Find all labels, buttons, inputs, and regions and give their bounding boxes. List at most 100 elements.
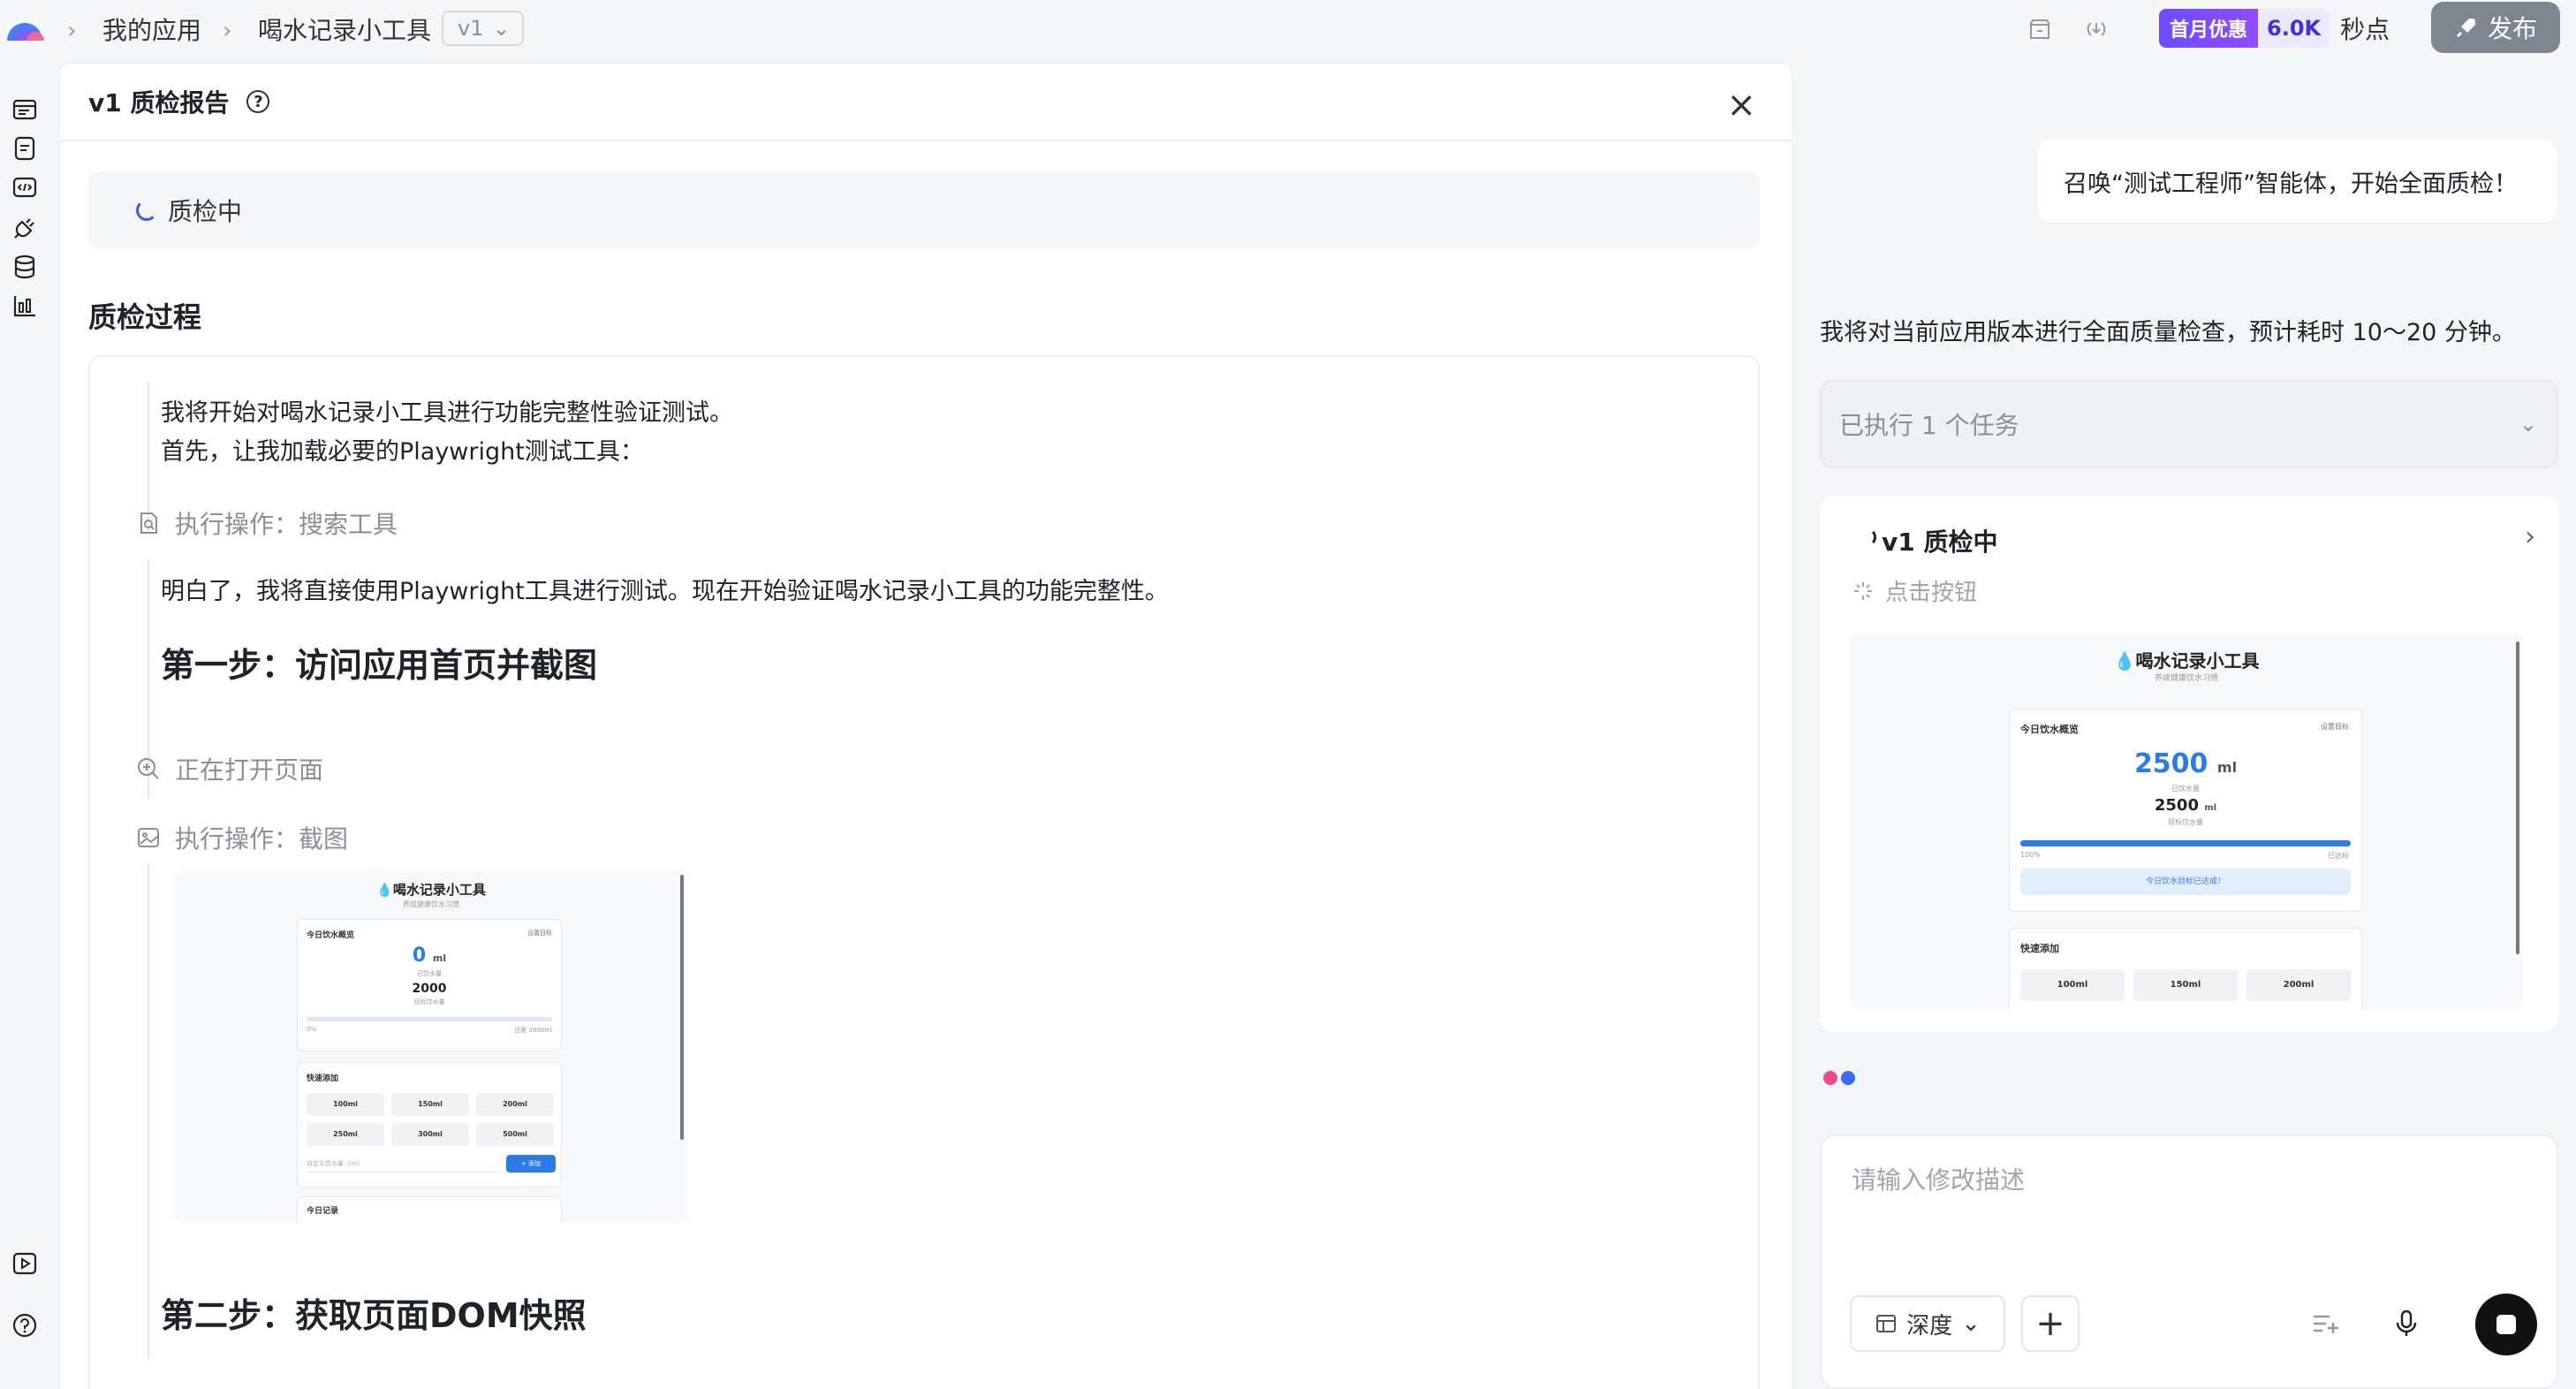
tasks-collapse[interactable]: 已执行 1 个任务 ⌄ [1820,380,2558,468]
help-icon[interactable]: ? [246,90,270,113]
qc-progress-fill [2020,840,2351,846]
screenshot-thumbnail[interactable]: 💧喝水记录小工具 养成健康饮水习惯 今日饮水概览 设置目标 0 ml 已饮水量 … [175,869,687,1223]
qc-progress-card[interactable]: v1 质检中 › 点击按钮 💧喝水记录小工具 养成健康饮水习惯 今日饮水概览 设… [1820,497,2558,1032]
thumb-progress-track [307,1017,552,1021]
chevron-right-icon: › [223,18,232,44]
chevron-down-icon: ⌄ [2519,412,2537,436]
qc-done: 已达标 [2328,852,2349,860]
close-icon[interactable]: × [1726,85,1756,125]
app-logo-icon[interactable] [4,16,48,42]
breadcrumb-my-apps[interactable]: 我的应用 [102,12,201,46]
thumb-overview-card: 今日饮水概览 设置目标 0 ml 已饮水量 2000 目标饮水量 0% 还需 2… [297,919,562,1051]
tasks-label: 已执行 1 个任务 [1839,411,2019,440]
microphone-icon[interactable] [2387,1304,2426,1343]
qc-quick-button[interactable]: 200ml [2246,969,2351,1001]
qc-action: 点击按钮 [1852,574,1977,607]
qc-title: v1 质检中 [1882,528,1998,557]
add-attachment-button[interactable]: + [2021,1295,2080,1352]
left-sidebar [0,58,53,1389]
image-icon [138,828,159,847]
thumb-quick-button[interactable]: 100ml [307,1093,384,1116]
thumb-quick-card: 快速添加 100ml 150ml 200ml 250ml 300ml 500ml… [297,1062,562,1188]
thumb-quick-button[interactable]: 200ml [476,1093,554,1116]
thumb-overview-label: 今日饮水概览 [307,931,355,940]
user-message: 召唤“测试工程师”智能体，开始全面质检！ [2037,140,2557,223]
rocket-icon [2456,19,2475,38]
publish-button[interactable]: 发布 [2431,2,2560,53]
step-heading: 第二步：获取页面DOM快照 [161,1296,587,1335]
qc-quick-label: 快速添加 [2020,943,2059,954]
composer[interactable]: 请输入修改描述 深度 ⌄ + [1820,1135,2558,1389]
scrollbar[interactable] [2516,641,2519,954]
download-icon[interactable] [2081,14,2111,44]
qc-screenshot[interactable]: 💧喝水记录小工具 养成健康饮水习惯 今日饮水概览 设置目标 2500 ml 已饮… [1850,633,2523,1009]
thumb-drunk-label: 已饮水量 [417,970,442,977]
qc-action-label: 点击按钮 [1885,580,1978,606]
qc-subtitle: 养成健康饮水习惯 [2154,674,2218,683]
chevron-right-icon[interactable]: › [2525,521,2535,552]
qc-quick-button[interactable]: 100ml [2020,969,2125,1001]
thumb-remaining: 还需 2000ml [514,1027,552,1034]
qc-settings[interactable]: 设置目标 [2321,722,2349,732]
play-icon[interactable] [9,1248,41,1279]
thumb-subtitle: 养成健康饮水习惯 [403,900,459,908]
help-icon[interactable] [9,1309,41,1341]
scrollbar[interactable] [680,875,684,1140]
thumb-settings[interactable]: 设置目标 [527,929,552,937]
typing-dot [1841,1071,1855,1085]
stop-icon [2496,1315,2516,1334]
qc-quick-button[interactable]: 150ml [2133,969,2238,1001]
database-icon[interactable] [9,251,41,283]
plug-icon[interactable] [9,212,41,244]
op-label: 执行操作：搜索工具 [175,510,398,539]
version-select[interactable]: v1 ⌄ [442,11,524,46]
step-heading: 第一步：访问应用首页并截图 [161,646,598,685]
prompt-enhance-icon[interactable] [2306,1304,2345,1343]
qc-pct: 100% [2020,851,2041,859]
op-search-tool[interactable]: 执行操作：搜索工具 [136,505,398,541]
store-icon[interactable] [2025,14,2055,44]
timeline-line [148,864,149,1359]
loading-spinner-icon [136,200,157,221]
document-icon[interactable] [9,133,41,164]
thumb-goal: 2000 [412,982,447,996]
click-sparkle-icon [1854,581,1872,600]
drop-icon: 💧 [376,882,393,898]
assistant-message: 我将对当前应用版本进行全面质量检查，预计耗时 10～20 分钟。 [1820,319,2516,346]
status-banner: 质检中 [88,171,1760,249]
qc-app-title: 💧喝水记录小工具 [2113,650,2260,672]
qc-amount: 2500 ml [2133,748,2238,779]
mode-select[interactable]: 深度 ⌄ [1850,1295,2005,1352]
code-icon[interactable] [9,171,41,203]
thumb-quick-button[interactable]: 500ml [476,1123,554,1146]
stop-generation-button[interactable] [2475,1294,2537,1355]
thumb-add-button[interactable]: + 添加 [506,1155,556,1173]
thumb-custom-input[interactable]: 自定义饮水量（ml） [307,1155,501,1173]
document-search-icon [140,512,157,534]
thumb-quick-button[interactable]: 300ml [391,1123,469,1146]
credits-unit: 秒点 [2340,15,2390,44]
credits-badge[interactable]: 首月优惠 6.0K 秒点 [2159,9,2390,48]
typing-indicator [1823,1071,1855,1085]
thumb-quick-label: 快速添加 [307,1074,339,1083]
log-text: 我将开始对喝水记录小工具进行功能完整性验证测试。 [161,399,733,427]
credits-value: 6.0K [2258,9,2330,48]
thumb-quick-button[interactable]: 250ml [307,1123,384,1146]
log-text: 明白了，我将直接使用Playwright工具进行测试。现在开始验证喝水记录小工具… [161,578,1169,605]
browser-icon[interactable] [9,94,41,125]
zoom-in-icon [138,758,159,779]
op-screenshot[interactable]: 执行操作：截图 [136,820,348,855]
qc-goal-label: 目标饮水量 [2168,818,2203,826]
panel-header: v1 质检报告 ? × [60,64,1792,141]
drop-icon: 💧 [2113,650,2136,672]
qc-drunk-label: 已饮水量 [2171,785,2200,793]
composer-input[interactable]: 请输入修改描述 [1852,1161,2025,1196]
breadcrumb-app-name[interactable]: 喝水记录小工具 [258,12,431,46]
chart-icon[interactable] [9,290,41,322]
op-open-page[interactable]: 正在打开页面 [136,751,323,786]
thumb-quick-button[interactable]: 150ml [391,1093,469,1116]
typing-dot [1823,1071,1837,1085]
thumb-records-card: 今日记录 [297,1196,562,1223]
mode-label: 深度 [1906,1312,1953,1340]
thumb-app-title: 💧喝水记录小工具 [376,882,486,898]
